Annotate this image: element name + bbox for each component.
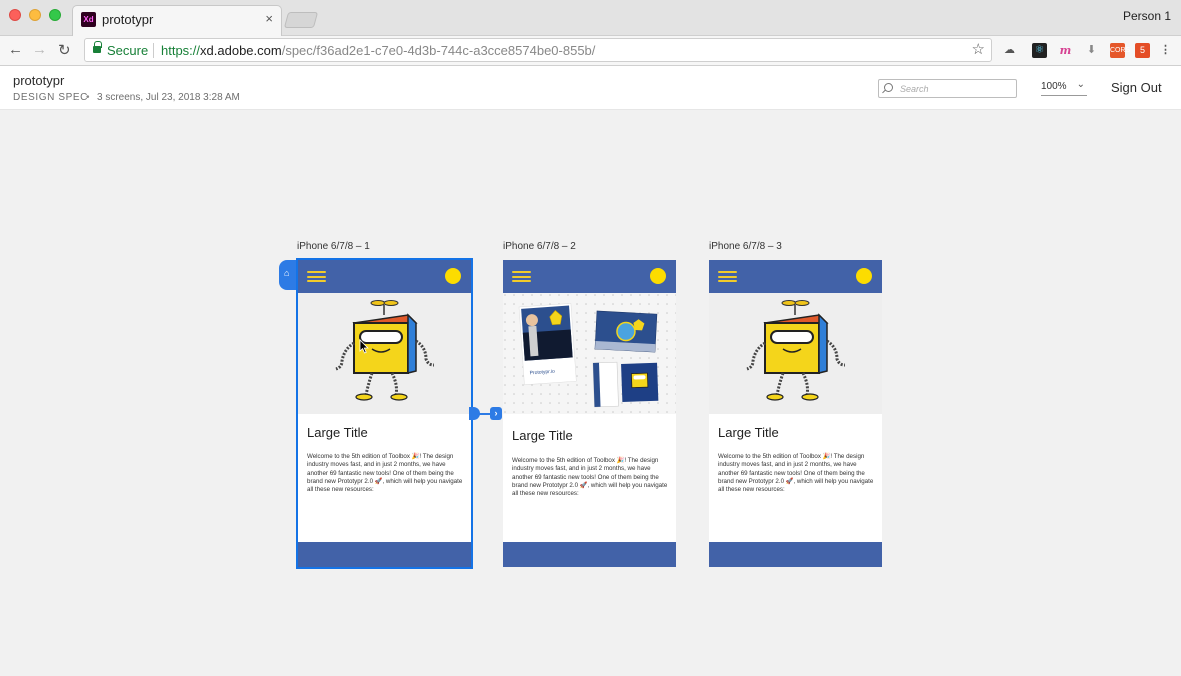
robot-icon: [746, 300, 846, 401]
avatar: [650, 268, 666, 284]
xd-favicon-icon: Xd: [81, 12, 96, 27]
app-header: [298, 260, 471, 293]
project-name: prototypr: [13, 73, 65, 88]
artboard-1[interactable]: Large Title Welcome to the 5th edition o…: [296, 258, 473, 569]
address-separator: [153, 43, 154, 58]
lock-icon: [93, 41, 102, 54]
back-arrow-icon[interactable]: ←: [8, 41, 23, 58]
large-title: Large Title: [307, 425, 368, 440]
body-text: Welcome to the 5th edition of Toolbox 🎉!…: [307, 453, 463, 494]
spec-header: prototypr DESIGN SPEC • 3 screens, Jul 2…: [0, 67, 1181, 110]
artboard-label-3[interactable]: iPhone 6/7/8 – 3: [709, 241, 782, 252]
meta-separator: •: [86, 92, 90, 103]
url-path: /spec/f36ad2e1-c7e0-4d3b-744c-a3cce8574b…: [281, 43, 596, 58]
browser-titlebar: Xd prototypr × Person 1: [0, 0, 1181, 36]
hamburger-menu-icon: [307, 271, 326, 282]
profile-name[interactable]: Person 1: [1123, 9, 1171, 23]
zoom-select[interactable]: 100% ⌄: [1041, 79, 1087, 96]
artboard-label-1[interactable]: iPhone 6/7/8 – 1: [297, 241, 370, 252]
search-box[interactable]: [878, 79, 1017, 98]
body-text: Welcome to the 5th edition of Toolbox 🎉!…: [512, 457, 668, 498]
app-footer: [503, 542, 676, 567]
cards-icon: Prototypr.io: [503, 293, 676, 414]
cards-illustration: Prototypr.io: [503, 293, 676, 414]
cloud-icon[interactable]: ☁: [1002, 43, 1017, 58]
forward-arrow-icon[interactable]: →: [32, 41, 47, 58]
download-icon[interactable]: ⬇: [1084, 43, 1099, 58]
robot-illustration: [709, 293, 882, 414]
tab-title: prototypr: [102, 12, 154, 27]
browser-tab[interactable]: Xd prototypr ×: [72, 5, 282, 36]
close-window-button[interactable]: [9, 9, 21, 21]
chevron-down-icon: ⌄: [1076, 79, 1085, 90]
maximize-window-button[interactable]: [49, 9, 61, 21]
sign-out-button[interactable]: Sign Out: [1111, 80, 1162, 95]
avatar: [445, 268, 461, 284]
minimize-window-button[interactable]: [29, 9, 41, 21]
hamburger-menu-icon: [718, 271, 737, 282]
url-host: xd.adobe.com: [200, 43, 282, 58]
zoom-value: 100%: [1041, 81, 1067, 92]
robot-icon: [335, 300, 435, 401]
large-title: Large Title: [718, 425, 779, 440]
spec-meta: 3 screens, Jul 23, 2018 3:28 AM: [97, 92, 240, 103]
m-extension-icon[interactable]: m: [1058, 43, 1073, 58]
avatar: [856, 268, 872, 284]
app-footer: [709, 542, 882, 567]
app-header: [709, 260, 882, 293]
chevron-right-icon[interactable]: ›: [490, 407, 502, 420]
browser-toolbar: ← → ↻ Secure https://xd.adobe.com/spec/f…: [0, 36, 1181, 66]
artboard-label-2[interactable]: iPhone 6/7/8 – 2: [503, 241, 576, 252]
tab-close-button[interactable]: ×: [265, 11, 273, 26]
app-footer: [298, 542, 471, 567]
home-icon: ⌂: [284, 268, 290, 278]
home-screen-badge[interactable]: ⌂: [279, 260, 298, 290]
url-scheme: https://: [161, 43, 201, 58]
hamburger-menu-icon: [512, 271, 531, 282]
secure-label: Secure: [107, 43, 149, 58]
app-header: [503, 260, 676, 293]
new-tab-button[interactable]: [283, 12, 319, 28]
design-spec-label: DESIGN SPEC: [13, 92, 88, 103]
search-icon: [884, 83, 893, 92]
artboard-2[interactable]: Prototypr.io Large Title Welcome to the …: [503, 260, 676, 567]
url-text[interactable]: https://xd.adobe.com/spec/f36ad2e1-c7e0-…: [161, 43, 595, 58]
html5-extension-icon[interactable]: 5: [1135, 43, 1150, 58]
cors-extension-icon[interactable]: CORS: [1110, 43, 1130, 58]
reload-icon[interactable]: ↻: [58, 41, 71, 59]
large-title: Large Title: [512, 428, 573, 443]
mouse-cursor-icon: [359, 339, 369, 354]
star-icon[interactable]: ☆: [972, 40, 985, 58]
menu-dots-icon[interactable]: ⋮: [1158, 43, 1173, 58]
robot-illustration: [298, 293, 471, 414]
search-input[interactable]: [900, 82, 1010, 95]
address-bar[interactable]: Secure https://xd.adobe.com/spec/f36ad2e…: [84, 38, 992, 62]
body-text: Welcome to the 5th edition of Toolbox 🎉!…: [718, 453, 874, 494]
artboard-3[interactable]: Large Title Welcome to the 5th edition o…: [709, 260, 882, 567]
react-devtools-icon[interactable]: ⚛: [1032, 43, 1047, 58]
